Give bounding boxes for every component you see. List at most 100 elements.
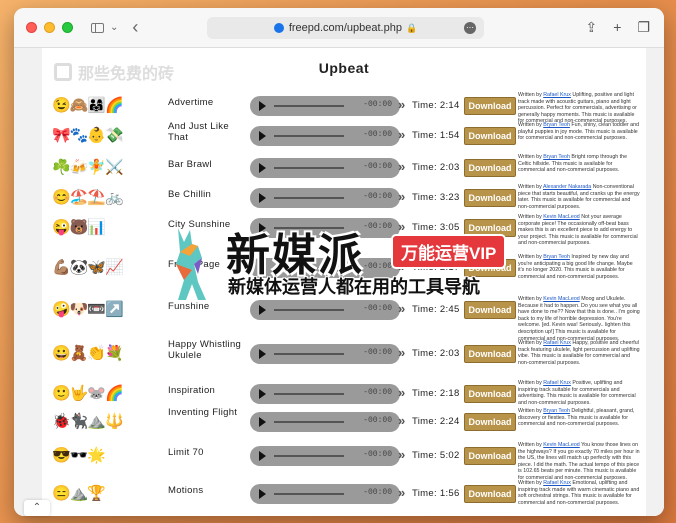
progress-bar[interactable] <box>274 455 344 457</box>
progress-bar[interactable] <box>274 421 344 423</box>
player-time: -00:00 <box>363 162 392 171</box>
author-link[interactable]: Rafael Krux <box>543 92 571 98</box>
track-name: City Sunshine <box>168 219 231 230</box>
download-button[interactable]: Download <box>464 159 516 177</box>
play-icon[interactable] <box>259 349 266 359</box>
play-icon[interactable] <box>259 163 266 173</box>
sidebar-toggle-icon[interactable] <box>91 22 104 33</box>
track-description: Written by Rafael Krux Happy, positive a… <box>518 340 640 366</box>
toolbar-right: ⇪ + ❐ <box>586 20 650 34</box>
progress-bar[interactable] <box>274 167 344 169</box>
author-link[interactable]: Kevin MacLeod <box>543 214 580 220</box>
download-button[interactable]: Download <box>464 385 516 403</box>
skip-forward-icon[interactable]: » <box>398 159 405 174</box>
skip-forward-icon[interactable]: » <box>398 301 405 316</box>
track-name: And Just Like That <box>168 121 229 143</box>
download-button[interactable]: Download <box>464 485 516 503</box>
author-link[interactable]: Bryan Teoh <box>543 254 570 260</box>
progress-bar[interactable] <box>274 309 344 311</box>
track-name: Motions <box>168 485 204 496</box>
back-icon[interactable]: ‹ <box>132 17 138 38</box>
play-icon[interactable] <box>259 101 266 111</box>
download-button[interactable]: Download <box>464 97 516 115</box>
download-button[interactable]: Download <box>464 345 516 363</box>
audio-player[interactable]: -00:00 <box>250 218 400 238</box>
progress-bar[interactable] <box>274 135 344 137</box>
download-button[interactable]: Download <box>464 259 516 277</box>
author-link[interactable]: Rafael Krux <box>543 340 571 346</box>
progress-bar[interactable] <box>274 353 344 355</box>
audio-player[interactable]: -00:00 <box>250 126 400 146</box>
audio-player[interactable]: -00:00 <box>250 300 400 320</box>
play-icon[interactable] <box>259 263 266 273</box>
download-button[interactable]: Download <box>464 219 516 237</box>
audio-player[interactable]: -00:00 <box>250 412 400 432</box>
play-icon[interactable] <box>259 131 266 141</box>
audio-player[interactable]: -00:00 <box>250 384 400 404</box>
track-emoji: ☘️🍻🧚⚔️ <box>52 159 124 176</box>
skip-forward-icon[interactable]: » <box>398 413 405 428</box>
audio-player[interactable]: -00:00 <box>250 344 400 364</box>
progress-bar[interactable] <box>274 393 344 395</box>
track-name: Bar Brawl <box>168 159 212 170</box>
download-button[interactable]: Download <box>464 447 516 465</box>
play-icon[interactable] <box>259 489 266 499</box>
address-bar[interactable]: freepd.com/upbeat.php 🔒 ⋯ <box>207 17 484 39</box>
track-duration: Time: 2:03 <box>412 348 460 359</box>
tab-overview-icon[interactable]: ❐ <box>637 20 650 34</box>
skip-forward-icon[interactable]: » <box>398 345 405 360</box>
track-name: Limit 70 <box>168 447 204 458</box>
skip-forward-icon[interactable]: » <box>398 219 405 234</box>
track-name: Happy Whistling Ukulele <box>168 339 242 361</box>
skip-forward-icon[interactable]: » <box>398 447 405 462</box>
audio-player[interactable]: -00:00 <box>250 484 400 504</box>
progress-bar[interactable] <box>274 227 344 229</box>
play-icon[interactable] <box>259 389 266 399</box>
author-link[interactable]: Bryan Teoh <box>543 122 570 128</box>
author-link[interactable]: Bryan Teoh <box>543 154 570 160</box>
download-button[interactable]: Download <box>464 413 516 431</box>
track-emoji: 😜🐻📊 <box>52 219 106 236</box>
track-name: Funshine <box>168 301 210 312</box>
author-link[interactable]: Rafael Krux <box>543 480 571 486</box>
skip-forward-icon[interactable]: » <box>398 189 405 204</box>
play-icon[interactable] <box>259 223 266 233</box>
progress-bar[interactable] <box>274 493 344 495</box>
url-text: freepd.com/upbeat.php <box>288 22 402 34</box>
author-link[interactable]: Kevin MacLeod <box>543 442 580 448</box>
author-link[interactable]: Alexander Nakarada <box>543 184 591 190</box>
progress-bar[interactable] <box>274 267 344 269</box>
minimize-window-button[interactable] <box>44 22 55 33</box>
page-menu-icon[interactable]: ⋯ <box>464 22 476 34</box>
track-description: Written by Bryan Teoh Bright romp throug… <box>518 154 628 174</box>
new-tab-icon[interactable]: + <box>613 20 621 34</box>
play-icon[interactable] <box>259 193 266 203</box>
play-icon[interactable] <box>259 305 266 315</box>
skip-forward-icon[interactable]: » <box>398 97 405 112</box>
skip-forward-icon[interactable]: » <box>398 385 405 400</box>
author-link[interactable]: Kevin MacLeod <box>543 296 580 302</box>
scroll-up-button[interactable]: ⌃ <box>24 500 50 516</box>
close-window-button[interactable] <box>26 22 37 33</box>
audio-player[interactable]: -00:00 <box>250 446 400 466</box>
audio-player[interactable]: -00:00 <box>250 158 400 178</box>
zoom-window-button[interactable] <box>62 22 73 33</box>
lock-icon: 🔒 <box>405 22 418 33</box>
share-icon[interactable]: ⇪ <box>586 20 598 34</box>
download-button[interactable]: Download <box>464 127 516 145</box>
skip-forward-icon[interactable]: » <box>398 127 405 142</box>
audio-player[interactable]: -00:00 <box>250 188 400 208</box>
progress-bar[interactable] <box>274 105 344 107</box>
author-link[interactable]: Rafael Krux <box>543 380 571 386</box>
play-icon[interactable] <box>259 417 266 427</box>
author-link[interactable]: Bryan Teoh <box>543 408 570 414</box>
progress-bar[interactable] <box>274 197 344 199</box>
skip-forward-icon[interactable]: » <box>398 259 405 274</box>
play-icon[interactable] <box>259 451 266 461</box>
skip-forward-icon[interactable]: » <box>398 485 405 500</box>
download-button[interactable]: Download <box>464 301 516 319</box>
audio-player[interactable]: -00:00 <box>250 258 400 278</box>
chevron-down-icon[interactable]: ⌄ <box>110 22 118 33</box>
download-button[interactable]: Download <box>464 189 516 207</box>
audio-player[interactable]: -00:00 <box>250 96 400 116</box>
